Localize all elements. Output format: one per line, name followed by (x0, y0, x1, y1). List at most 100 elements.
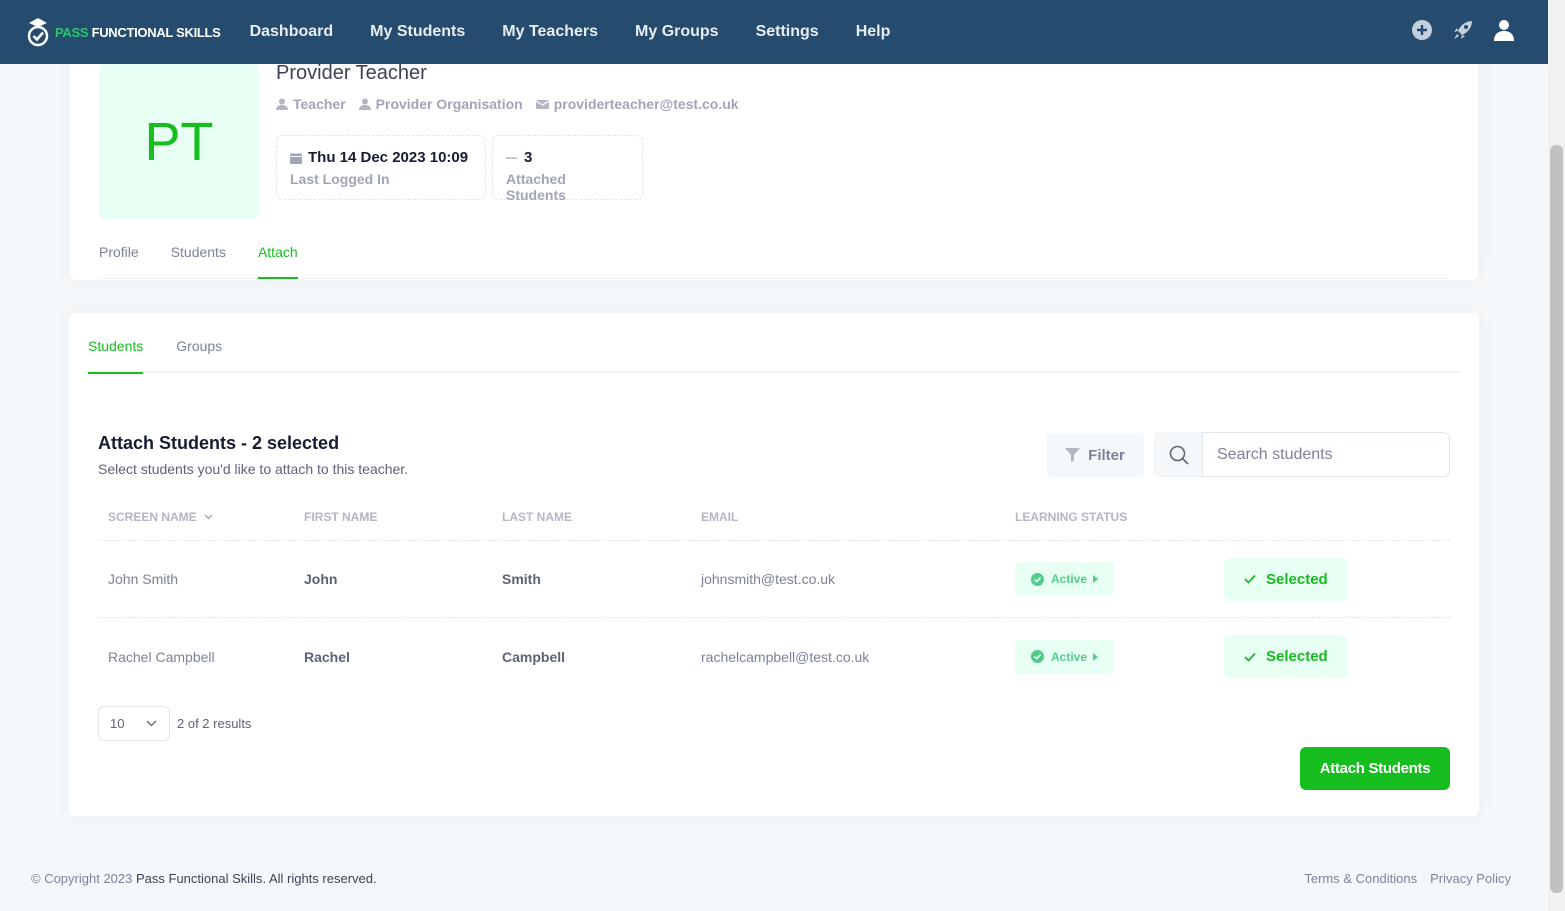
logo[interactable]: PASS FUNCTIONAL SKILLS (25, 16, 221, 48)
chevron-down-icon (204, 514, 213, 519)
teacher-header-card: PT Provider Teacher Teacher Provider Org… (70, 30, 1478, 280)
nav-my-students[interactable]: My Students (370, 23, 465, 41)
filter-label: Filter (1088, 446, 1125, 464)
selected-button[interactable]: Selected (1224, 635, 1348, 678)
filter-button[interactable]: Filter (1046, 433, 1144, 477)
subtab-groups[interactable]: Groups (176, 313, 222, 374)
page-size-select[interactable]: 10 (98, 706, 170, 741)
selected-label: Selected (1266, 570, 1328, 588)
nav-my-teachers[interactable]: My Teachers (502, 23, 598, 41)
scroll-thumb[interactable] (1550, 145, 1563, 893)
th-learning-status: Learning Status (1015, 509, 1128, 524)
nav-dashboard[interactable]: Dashboard (250, 23, 334, 41)
copyright: © Copyright 2023 Pass Functional Skills.… (31, 871, 377, 886)
th-screen-name-label: Screen Name (108, 509, 197, 524)
caret-right-icon (1093, 575, 1099, 583)
top-navbar: PASS FUNCTIONAL SKILLS Dashboard My Stud… (0, 0, 1548, 64)
last-logged-in-value: Thu 14 Dec 2023 10:09 (308, 149, 469, 166)
th-last-name: Last Name (502, 509, 572, 524)
envelope-icon (535, 99, 549, 109)
rocket-icon[interactable] (1451, 18, 1475, 42)
meta-role-text: Teacher (293, 96, 346, 112)
status-badge[interactable]: Active (1015, 562, 1115, 596)
check-circle-icon (1031, 650, 1044, 663)
check-icon (1244, 574, 1256, 584)
check-icon (1244, 652, 1256, 662)
meta-organisation[interactable]: Provider Organisation (358, 96, 523, 112)
subtab-students[interactable]: Students (88, 313, 144, 374)
cell-email: johnsmith@test.co.uk (701, 571, 836, 587)
footer: © Copyright 2023 Pass Functional Skills.… (31, 871, 1511, 886)
last-logged-in-label: Last Logged In (290, 171, 390, 187)
calendar-icon (290, 153, 302, 164)
avatar: PT (99, 64, 259, 219)
attach-card: Students Groups Attach Students - 2 sele… (69, 313, 1479, 816)
teacher-meta: Teacher Provider Organisation providerte… (276, 96, 752, 112)
status-text: Active (1051, 649, 1088, 664)
footer-brand-link[interactable]: Pass Functional Skills (136, 871, 262, 886)
privacy-link[interactable]: Privacy Policy (1430, 871, 1511, 886)
cell-screen-name: John Smith (108, 571, 179, 587)
last-logged-in-stat: Thu 14 Dec 2023 10:09 Last Logged In (276, 135, 486, 200)
minus-icon (506, 157, 517, 159)
meta-role[interactable]: Teacher (276, 96, 346, 112)
funnel-icon (1065, 448, 1081, 462)
th-first-name: First Name (304, 509, 378, 524)
search-box (1154, 432, 1450, 477)
copyright-prefix: © Copyright 2023 (31, 871, 136, 886)
page-size-value: 10 (110, 716, 125, 731)
attach-students-button[interactable]: Attach Students (1300, 747, 1450, 790)
attach-title: Attach Students - 2 selected (98, 433, 340, 453)
table-row: John Smith John Smith johnsmith@test.co.… (98, 541, 1450, 618)
selected-button[interactable]: Selected (1224, 557, 1348, 601)
logo-text: PASS FUNCTIONAL SKILLS (55, 25, 221, 40)
meta-organisation-text: Provider Organisation (375, 96, 523, 112)
attach-sub-tabs: Students Groups (88, 313, 1460, 374)
attach-subtitle: Select students you'd like to attach to … (98, 461, 409, 477)
logo-text-rest: FUNCTIONAL SKILLS (91, 24, 221, 40)
teacher-name: Provider Teacher (276, 62, 427, 84)
search-icon[interactable] (1154, 432, 1202, 477)
cell-first-name: Rachel (304, 648, 350, 665)
check-circle-icon (1031, 572, 1044, 586)
attached-count: 3 (524, 149, 533, 166)
meta-email-text: providerteacher@test.co.uk (553, 96, 739, 112)
attached-students-stat: 3 Attached Students (492, 135, 643, 203)
selected-label: Selected (1266, 648, 1328, 665)
tab-profile[interactable]: Profile (99, 230, 139, 279)
copyright-suffix: . All rights reserved. (262, 871, 377, 886)
cell-last-name: Campbell (502, 648, 566, 665)
header-tabs: Profile Students Attach (99, 230, 1449, 279)
logo-check-icon (27, 18, 49, 47)
terms-link[interactable]: Terms & Conditions (1304, 871, 1417, 886)
th-screen-name[interactable]: Screen Name (98, 510, 304, 524)
caret-right-icon (1093, 652, 1099, 661)
user-small-icon (358, 98, 371, 110)
table-row: Rachel Campbell Rachel Campbell rachelca… (98, 618, 1450, 695)
nav-my-groups[interactable]: My Groups (635, 23, 719, 41)
nav-settings[interactable]: Settings (756, 23, 819, 41)
meta-email[interactable]: providerteacher@test.co.uk (535, 96, 739, 112)
attached-label: Attached Students (506, 171, 566, 203)
status-badge[interactable]: Active (1015, 639, 1115, 674)
table-header: Screen Name First Name Last Name Email L… (98, 493, 1450, 541)
chevron-down-icon (146, 720, 157, 727)
nav-help[interactable]: Help (856, 23, 891, 41)
results-count: 2 of 2 results (177, 716, 252, 731)
cell-first-name: John (304, 571, 338, 587)
tab-students[interactable]: Students (171, 230, 226, 279)
logo-text-pass: PASS (55, 24, 89, 40)
user-icon[interactable] (1492, 18, 1516, 42)
tab-attach[interactable]: Attach (257, 230, 298, 279)
status-text: Active (1051, 572, 1088, 586)
students-table: Screen Name First Name Last Name Email L… (98, 493, 1450, 695)
cell-last-name: Smith (502, 571, 541, 587)
user-small-icon (276, 98, 288, 110)
th-email: Email (701, 509, 739, 524)
plus-circle-icon[interactable] (1410, 18, 1434, 42)
cell-screen-name: Rachel Campbell (108, 648, 215, 665)
search-input[interactable] (1202, 432, 1450, 477)
cell-email: rachelcampbell@test.co.uk (701, 648, 870, 665)
scrollbar[interactable] (1548, 0, 1565, 911)
pagination: 10 2 of 2 results (98, 706, 251, 741)
